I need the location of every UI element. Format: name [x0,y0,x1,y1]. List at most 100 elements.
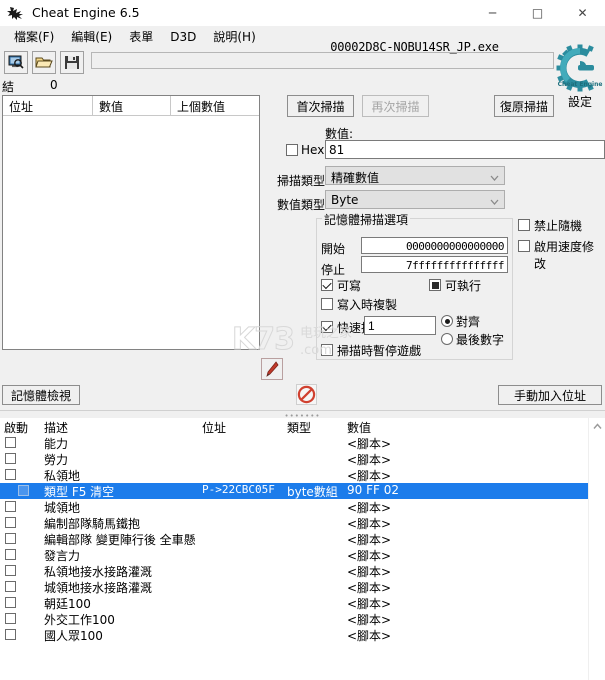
scan-results-header: 位址 數值 上個數值 [3,96,259,116]
table-row[interactable]: 國人眾100 <腳本> [0,627,589,643]
address-list-table[interactable]: 啟動 描述 位址 類型 數值 能力 <腳本> 勞力 <腳本> 私領地 <腳本> 類型 F5 … [0,418,605,680]
stop-address-input[interactable] [361,256,508,273]
row-value: <腳本> [347,581,392,595]
row-description: 國人眾100 [44,629,103,643]
executable-checkbox[interactable] [429,279,441,291]
scan-type-value: 精確數值 [331,171,380,185]
row-active-checkbox[interactable] [18,485,29,496]
row-active-checkbox[interactable] [5,597,16,608]
settings-label[interactable]: 設定 [556,93,604,110]
table-row[interactable]: 勞力 <腳本> [0,451,589,467]
minimize-button[interactable]: ─ [470,0,515,25]
add-address-manually-button[interactable]: 手動加入位址 [498,385,602,405]
column-header-value[interactable]: 數值 [347,419,371,436]
row-active-checkbox[interactable] [5,437,16,448]
scan-type-dropdown[interactable]: 精確數值 [325,166,505,185]
writable-label: 可寫 [337,279,362,293]
open-file-button[interactable] [32,50,56,74]
last-digits-radio[interactable] [441,333,453,345]
speedhack-label: 啟用速度修改 [534,240,595,271]
menu-item-file[interactable]: 檔案(F) [6,27,63,47]
row-active-checkbox[interactable] [5,469,16,480]
table-row[interactable]: 編制部隊騎馬鐵抱 <腳本> [0,515,589,531]
fast-scan-value-input[interactable] [364,316,436,335]
row-active-checkbox[interactable] [5,613,16,624]
cheat-engine-logo-icon [7,5,25,21]
red-arrow-cursor-icon[interactable] [261,358,283,380]
table-row[interactable]: 朝廷100 <腳本> [0,595,589,611]
table-row[interactable]: 城領地接水接路灌溉 <腳本> [0,579,589,595]
maximize-button[interactable]: □ [515,0,560,25]
table-row[interactable]: 城領地 <腳本> [0,499,589,515]
memory-view-button[interactable]: 記憶體檢視 [2,385,80,405]
row-active-checkbox[interactable] [5,549,16,560]
writable-checkbox[interactable] [321,279,333,291]
undo-scan-button[interactable]: 復原掃描 [494,95,554,117]
window-title: Cheat Engine 6.5 [32,5,140,20]
pause-game-label: 掃描時暫停遊戲 [337,344,422,358]
menu-item-table[interactable]: 表單 [121,27,162,47]
row-value: <腳本> [347,597,392,611]
alignment-radio[interactable] [441,315,453,327]
column-header-active[interactable]: 啟動 [4,419,28,436]
column-header-address[interactable]: 位址 [202,419,226,436]
table-row[interactable]: 私領地接水接路灌溉 <腳本> [0,563,589,579]
red-no-entry-icon[interactable] [296,384,317,405]
column-header-value[interactable]: 數值 [93,96,171,115]
row-description: 朝廷100 [44,597,91,611]
no-random-checkbox[interactable] [518,219,530,231]
table-row[interactable]: 編輯部隊 變更陣行後 全車懸 <腳本> [0,531,589,547]
window-controls: ─ □ ✕ [470,0,605,25]
address-list-rows: 能力 <腳本> 勞力 <腳本> 私領地 <腳本> 類型 F5 清空 P->22CBC05F by… [0,435,589,643]
row-active-checkbox[interactable] [5,517,16,528]
table-row[interactable]: 類型 F5 清空 P->22CBC05F byte數組 90 FF 02 [0,483,589,499]
value-type-dropdown[interactable]: Byte [325,190,505,209]
next-scan-button[interactable]: 再次掃描 [362,95,429,117]
first-scan-button[interactable]: 首次掃描 [287,95,354,117]
attached-process-title: 00002D8C-NOBU14SR_JP.exe [330,40,499,54]
row-description: 城領地 [44,501,81,515]
row-description: 勞力 [44,453,69,467]
start-address-input[interactable] [361,237,508,254]
row-description: 編輯部隊 變更陣行後 全車懸 [44,533,196,547]
table-row[interactable]: 私領地 <腳本> [0,467,589,483]
value-type-value: Byte [331,193,359,207]
fast-scan-checkbox[interactable] [321,321,333,333]
column-header-description[interactable]: 描述 [44,419,68,436]
row-active-checkbox[interactable] [5,501,16,512]
scan-value-input[interactable] [325,140,605,159]
row-description: 城領地接水接路灌溉 [44,581,153,595]
scan-results-grid[interactable]: 位址 數值 上個數值 [2,95,260,350]
table-row[interactable]: 能力 <腳本> [0,435,589,451]
toolbar: 00002D8C-NOBU14SR_JP.exe [0,40,605,76]
row-active-checkbox[interactable] [5,581,16,592]
row-active-checkbox[interactable] [5,629,16,640]
pause-game-checkbox[interactable] [321,344,333,356]
scroll-up-arrow-icon[interactable] [589,418,605,435]
table-row[interactable]: 外交工作100 <腳本> [0,611,589,627]
menu-item-edit[interactable]: 編輯(E) [63,27,121,47]
copy-on-write-label: 寫入時複製 [337,298,398,312]
speedhack-checkbox[interactable] [518,240,530,252]
column-header-type[interactable]: 類型 [287,419,311,436]
svg-text:Cheat Engine: Cheat Engine [558,81,603,88]
start-address-label: 開始 [321,242,346,256]
copy-on-write-checkbox[interactable] [321,298,333,310]
column-header-previous-value[interactable]: 上個數值 [171,96,259,115]
row-active-checkbox[interactable] [5,565,16,576]
row-active-checkbox[interactable] [5,533,16,544]
open-process-button[interactable] [4,50,28,74]
scan-type-label: 掃描類型 [277,174,326,188]
column-header-address[interactable]: 位址 [3,96,93,115]
hex-checkbox[interactable] [286,144,298,156]
save-file-button[interactable] [60,50,84,74]
row-value: 90 FF 02 [347,483,399,497]
row-description: 外交工作100 [44,613,115,627]
row-active-checkbox[interactable] [5,453,16,464]
close-button[interactable]: ✕ [560,0,605,25]
cheat-engine-gear-logo-icon[interactable]: Cheat Engine [556,44,604,92]
table-row[interactable]: 發言力 <腳本> [0,547,589,563]
address-list-scrollbar[interactable] [588,418,605,680]
chevron-down-icon [490,171,499,181]
row-value: <腳本> [347,629,392,643]
